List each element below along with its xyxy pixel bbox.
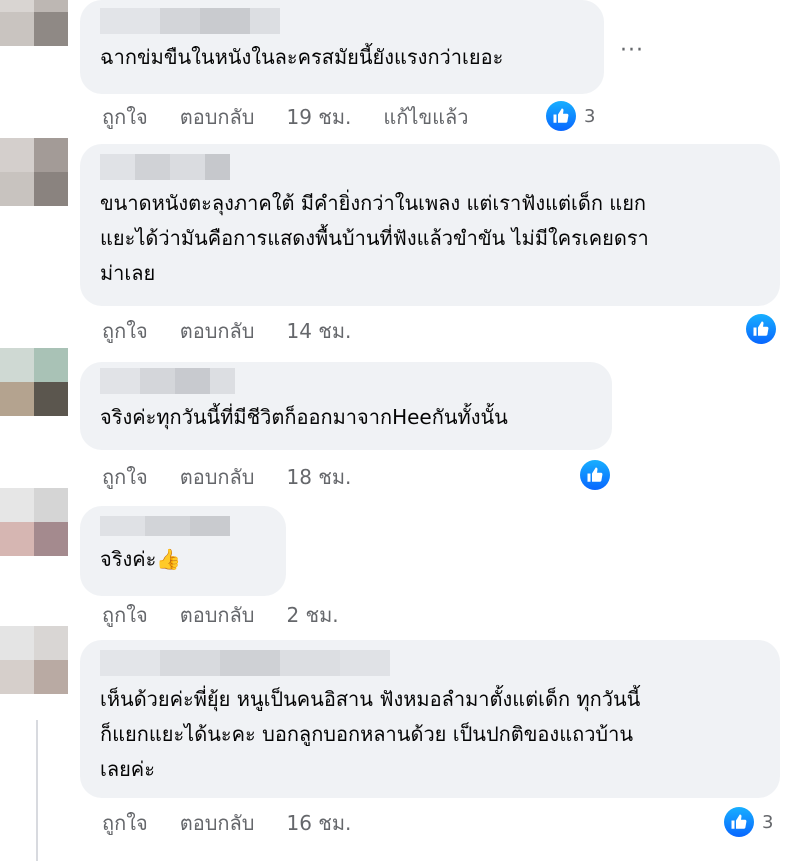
avatar[interactable] (0, 626, 68, 694)
more-options-icon[interactable]: ··· (620, 38, 644, 63)
reaction-count: 3 (584, 105, 596, 127)
comment-text: จริงค่ะทุกวันนี้ที่มีชีวิตก็ออกมาจากHeeก… (100, 405, 508, 429)
thumbs-up-icon (580, 460, 610, 490)
comment-bubble: ขนาดหนังตะลุงภาคใต้ มีคำยิ่งกว่าในเพลง แ… (80, 144, 780, 306)
comment-bubble: เห็นด้วยค่ะพี่ยุ้ย หนูเป็นคนอิสาน ฟังหมอ… (80, 640, 780, 798)
comment-actions: ถูกใจ ตอบกลับ 2 ชม. (102, 600, 371, 630)
reaction-count: 3 (762, 811, 774, 833)
reply-button[interactable]: ตอบกลับ (180, 599, 255, 631)
commenter-name-blurred[interactable] (100, 516, 268, 536)
avatar[interactable] (0, 348, 68, 416)
edited-label: แก้ไขแล้ว (383, 105, 469, 129)
comment-bubble: จริงค่ะ👍 (80, 506, 286, 596)
timestamp[interactable]: 14 ชม. (286, 315, 351, 347)
like-button[interactable]: ถูกใจ (102, 461, 148, 493)
avatar[interactable] (0, 138, 68, 206)
comment-actions: ถูกใจ ตอบกลับ 18 ชม. (102, 462, 383, 492)
comment-text: ขนาดหนังตะลุงภาคใต้ มีคำยิ่งกว่าในเพลง แ… (100, 191, 649, 285)
comment-bubble: ฉากข่มขืนในหนังในละครสมัยนี้ยังแรงกว่าเย… (80, 0, 604, 94)
reaction-summary[interactable] (746, 314, 776, 344)
comment-text: เห็นด้วยค่ะพี่ยุ้ย หนูเป็นคนอิสาน ฟังหมอ… (100, 687, 641, 781)
comment-bubble: จริงค่ะทุกวันนี้ที่มีชีวิตก็ออกมาจากHeeก… (80, 362, 612, 450)
timestamp[interactable]: 19 ชม. (286, 101, 351, 133)
like-button[interactable]: ถูกใจ (102, 599, 148, 631)
reply-button[interactable]: ตอบกลับ (180, 315, 255, 347)
comment-text: ฉากข่มขืนในหนังในละครสมัยนี้ยังแรงกว่าเย… (100, 45, 504, 69)
reply-thread-line (36, 720, 38, 861)
timestamp[interactable]: 18 ชม. (286, 461, 351, 493)
like-button[interactable]: ถูกใจ (102, 315, 148, 347)
timestamp[interactable]: 16 ชม. (286, 807, 351, 839)
comment-text: จริงค่ะ👍 (100, 547, 182, 571)
comment-actions: ถูกใจ ตอบกลับ 14 ชม. (102, 316, 383, 346)
reaction-summary[interactable]: 3 (546, 101, 595, 131)
timestamp[interactable]: 2 ชม. (286, 599, 338, 631)
reaction-summary[interactable] (580, 460, 610, 490)
reply-button[interactable]: ตอบกลับ (180, 461, 255, 493)
like-button[interactable]: ถูกใจ (102, 807, 148, 839)
commenter-name-blurred[interactable] (100, 368, 594, 394)
commenter-name-blurred[interactable] (100, 650, 762, 676)
commenter-name-blurred[interactable] (100, 8, 586, 34)
avatar[interactable] (0, 488, 68, 556)
thumbs-up-icon (724, 807, 754, 837)
avatar[interactable] (0, 0, 68, 46)
comment-actions: ถูกใจ ตอบกลับ 19 ชม. แก้ไขแล้ว (102, 102, 469, 132)
commenter-name-blurred[interactable] (100, 154, 762, 180)
like-button[interactable]: ถูกใจ (102, 101, 148, 133)
comment-actions: ถูกใจ ตอบกลับ 16 ชม. (102, 808, 383, 838)
thumbs-up-icon (546, 101, 576, 131)
thumbs-up-icon (746, 314, 776, 344)
reaction-summary[interactable]: 3 (724, 807, 773, 837)
reply-button[interactable]: ตอบกลับ (180, 807, 255, 839)
reply-button[interactable]: ตอบกลับ (180, 101, 255, 133)
